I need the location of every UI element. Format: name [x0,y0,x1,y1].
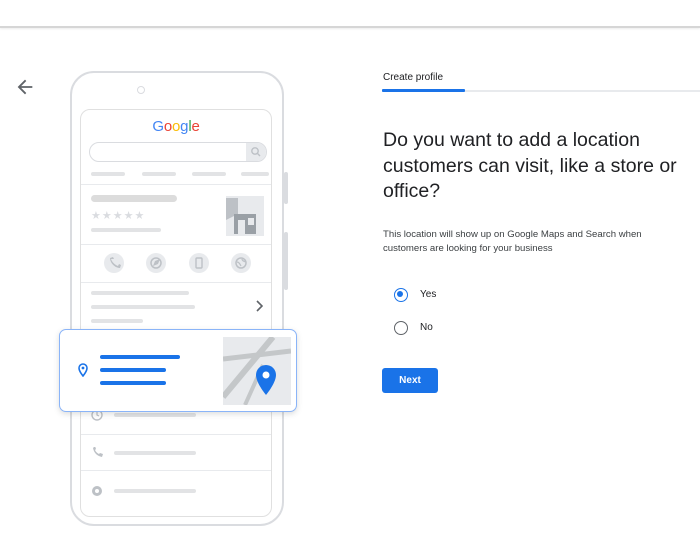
logo-letter: G [152,118,164,135]
radio-no-label[interactable]: No [420,322,433,333]
divider [81,184,271,185]
google-logo: Google [81,118,271,135]
radio-yes-label[interactable]: Yes [420,289,436,300]
back-button[interactable] [14,76,36,98]
location-pin-icon [77,363,89,382]
placeholder-line [91,228,161,232]
divider [81,244,271,245]
placeholder-line [91,172,125,176]
phone-screen: Google ★★★★★ [80,109,272,517]
bookmark-action-icon [189,253,209,273]
description-text: This location will show up on Google Map… [383,229,642,254]
rating-stars-icon: ★★★★★ [91,210,146,222]
chevron-right-icon [255,299,264,317]
map-thumbnail [220,335,292,406]
placeholder-line [91,305,195,309]
placeholder-line [192,172,226,176]
storefront-icon [224,196,264,236]
globe-action-icon [231,253,251,273]
arrow-back-icon [17,79,33,95]
location-card-illustration [59,329,297,412]
address-line [100,368,166,372]
phone-side-button [284,172,288,204]
divider [81,470,271,471]
top-bar [0,0,700,28]
logo-letter: o [172,118,181,135]
logo-letter: e [191,118,200,135]
divider [81,282,271,283]
address-line [100,355,180,359]
search-icon [246,143,266,161]
placeholder-line [114,451,196,455]
placeholder-line [91,319,143,323]
globe-icon [91,484,103,502]
radio-yes[interactable] [394,288,408,302]
call-action-icon [104,253,124,273]
progress-indicator [382,89,465,92]
placeholder-title [91,195,177,202]
page-title: Do you want to add a location customers … [383,129,677,202]
address-line [100,381,166,385]
radio-no[interactable] [394,321,408,335]
placeholder-line [91,291,189,295]
divider [81,434,271,435]
search-bar-illustration [89,142,267,162]
placeholder-line [114,413,196,417]
phone-camera [137,86,145,94]
website-action-icon [146,253,166,273]
placeholder-line [142,172,176,176]
placeholder-line [241,172,269,176]
phone-side-button [284,232,288,290]
next-button[interactable]: Next [382,368,438,393]
placeholder-line [114,489,196,493]
logo-letter: o [163,118,172,135]
phone-icon [91,446,103,464]
tab-create-profile: Create profile [383,72,444,83]
